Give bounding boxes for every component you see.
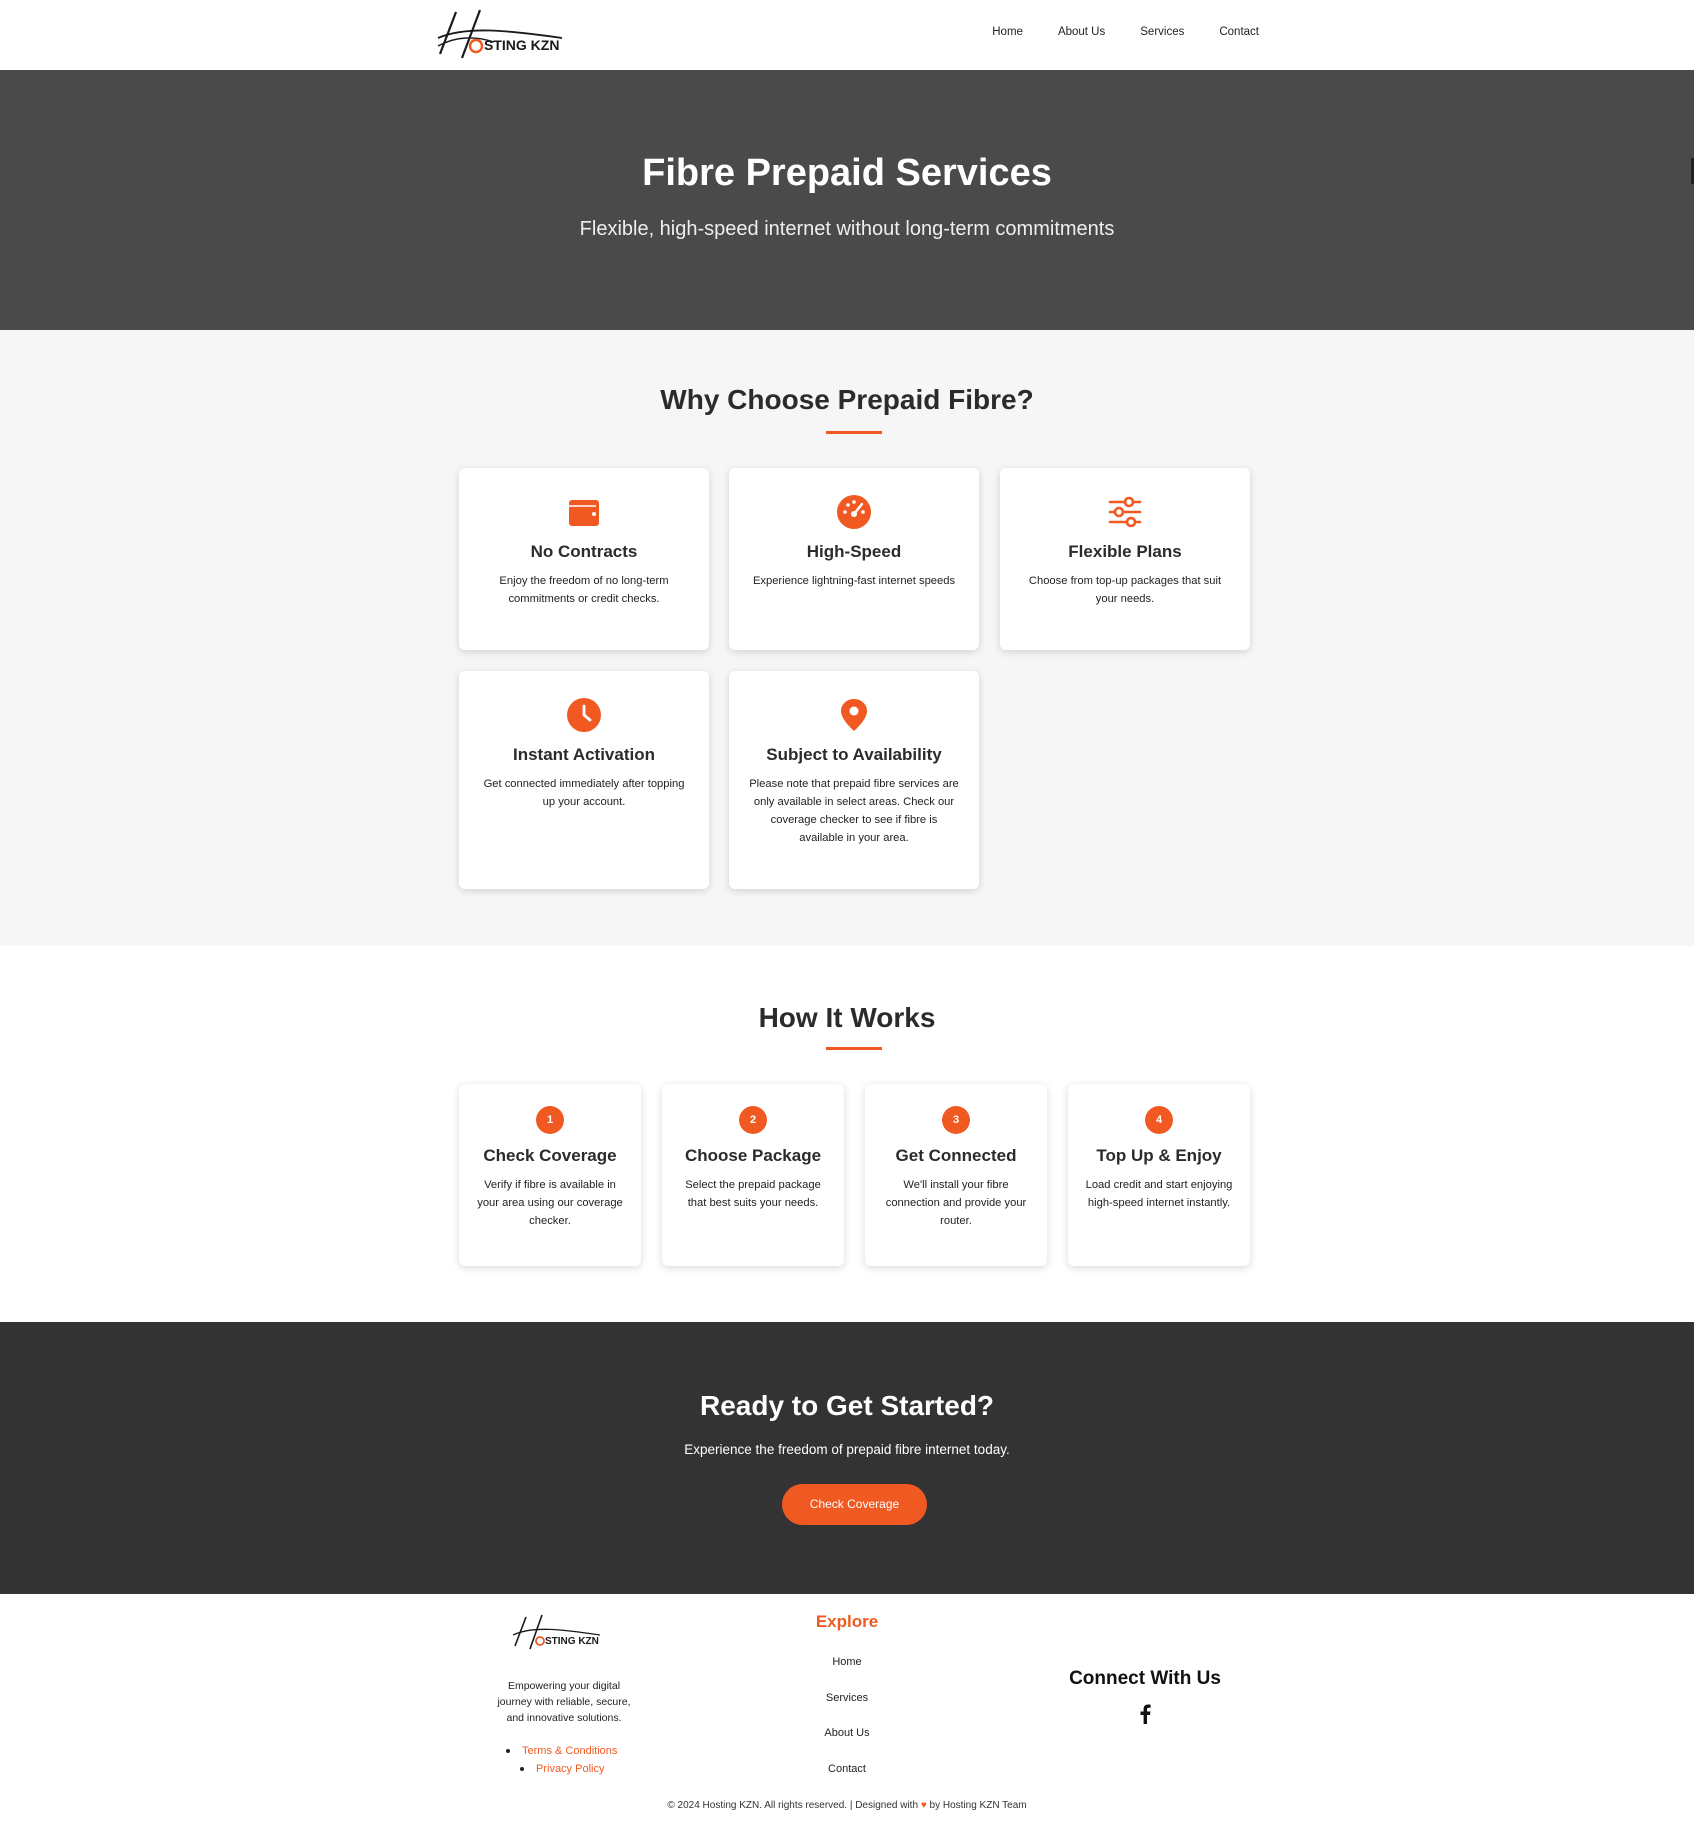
cta-section: Ready to Get Started? Experience the fre…: [0, 1322, 1694, 1594]
step-title: Check Coverage: [483, 1146, 617, 1165]
map-pin-icon: [729, 697, 979, 733]
logo-mark: STING KZN: [437, 9, 563, 59]
connect-title: Connect With Us: [1069, 1668, 1221, 1689]
step-number: 3: [942, 1106, 970, 1134]
step-text: We'll install your fibre connection and …: [885, 1179, 1027, 1227]
feature-card-instant-activation: Instant Activation Get connected immedia…: [459, 671, 709, 889]
nav-contact[interactable]: Contact: [1219, 26, 1259, 38]
copyright-text: © 2024 Hosting KZN. All rights reserved.…: [0, 1800, 1694, 1811]
wallet-icon: [459, 494, 709, 530]
explore-links: Home Services About Us Contact: [0, 1656, 1694, 1798]
footer-link-home[interactable]: Home: [0, 1656, 1694, 1692]
feature-text: Choose from top-up packages that suit yo…: [1028, 575, 1222, 605]
site-header: STING KZN Home About Us Services Contact: [0, 0, 1694, 70]
site-footer: STING KZN Empowering your digital journe…: [0, 1594, 1694, 1844]
speedometer-icon: [729, 494, 979, 530]
clock-icon: [459, 697, 709, 733]
hero-banner: Fibre Prepaid Services Flexible, high-sp…: [0, 70, 1694, 330]
copyright-part-a: © 2024 Hosting KZN. All rights reserved.…: [667, 1800, 919, 1811]
step-card-get-connected: 3 Get Connected We'll install your fibre…: [865, 1084, 1047, 1266]
nav-home[interactable]: Home: [992, 26, 1023, 38]
copyright-part-b: by Hosting KZN Team: [929, 1800, 1027, 1811]
cta-text: Experience the freedom of prepaid fibre …: [684, 1442, 1010, 1457]
step-number: 4: [1145, 1106, 1173, 1134]
step-title: Choose Package: [684, 1146, 822, 1165]
step-card-top-up: 4 Top Up & Enjoy Load credit and start e…: [1068, 1084, 1250, 1266]
feature-title: High-Speed: [806, 542, 902, 561]
heart-icon: ♥: [920, 1800, 927, 1811]
feature-title: Subject to Availability: [766, 745, 942, 764]
feature-text: Get connected immediately after topping …: [483, 778, 685, 808]
why-section: Why Choose Prepaid Fibre? No Contracts E…: [0, 330, 1694, 946]
feature-title: Instant Activation: [513, 745, 655, 764]
why-title: Why Choose Prepaid Fibre?: [660, 384, 1034, 415]
step-card-check-coverage: 1 Check Coverage Verify if fibre is avai…: [459, 1084, 641, 1266]
step-number: 1: [536, 1106, 564, 1134]
step-title: Get Connected: [895, 1146, 1017, 1165]
footer-link-about-us[interactable]: About Us: [0, 1727, 1694, 1763]
feature-card-flexible-plans: Flexible Plans Choose from top-up packag…: [1000, 468, 1250, 650]
step-title: Top Up & Enjoy: [1096, 1146, 1222, 1165]
why-title-underline: [826, 431, 882, 434]
how-it-works-section: How It Works 1 Check Coverage Verify if …: [0, 946, 1694, 1322]
feature-title: No Contracts: [530, 542, 638, 561]
feature-card-availability: Subject to Availability Please note that…: [729, 671, 979, 889]
hero-title: Fibre Prepaid Services: [642, 152, 1052, 194]
feature-title: Flexible Plans: [1068, 542, 1182, 561]
feature-text: Experience lightning-fast internet speed…: [752, 575, 956, 587]
step-card-choose-package: 2 Choose Package Select the prepaid pack…: [662, 1084, 844, 1266]
step-text: Load credit and start enjoying high-spee…: [1085, 1179, 1233, 1209]
feature-card-high-speed: High-Speed Experience lightning-fast int…: [729, 468, 979, 650]
feature-text: Enjoy the freedom of no long-term commit…: [499, 575, 669, 605]
svg-text:STING KZN: STING KZN: [484, 37, 559, 53]
step-text: Select the prepaid package that best sui…: [685, 1179, 821, 1209]
explore-title: Explore: [815, 1612, 879, 1631]
svg-text:STING KZN: STING KZN: [545, 1636, 599, 1647]
nav-services[interactable]: Services: [1140, 26, 1184, 38]
step-number: 2: [739, 1106, 767, 1134]
check-coverage-button[interactable]: Check Coverage: [782, 1484, 927, 1525]
hero-subtitle: Flexible, high-speed internet without lo…: [579, 218, 1115, 240]
nav-about-us[interactable]: About Us: [1058, 26, 1105, 38]
sliders-icon: [1000, 494, 1250, 530]
footer-link-services[interactable]: Services: [0, 1692, 1694, 1728]
site-logo[interactable]: STING KZN: [436, 8, 588, 60]
facebook-icon[interactable]: [1137, 1704, 1153, 1724]
step-text: Verify if fibre is available in your are…: [477, 1179, 623, 1227]
feature-text: Please note that prepaid fibre services …: [749, 778, 959, 844]
footer-link-contact[interactable]: Contact: [0, 1763, 1694, 1799]
feature-card-no-contracts: No Contracts Enjoy the freedom of no lon…: [459, 468, 709, 650]
main-nav: Home About Us Services Contact: [992, 26, 1259, 38]
cta-title: Ready to Get Started?: [699, 1390, 995, 1421]
how-title-underline: [826, 1047, 882, 1050]
how-title: How It Works: [758, 1002, 936, 1033]
